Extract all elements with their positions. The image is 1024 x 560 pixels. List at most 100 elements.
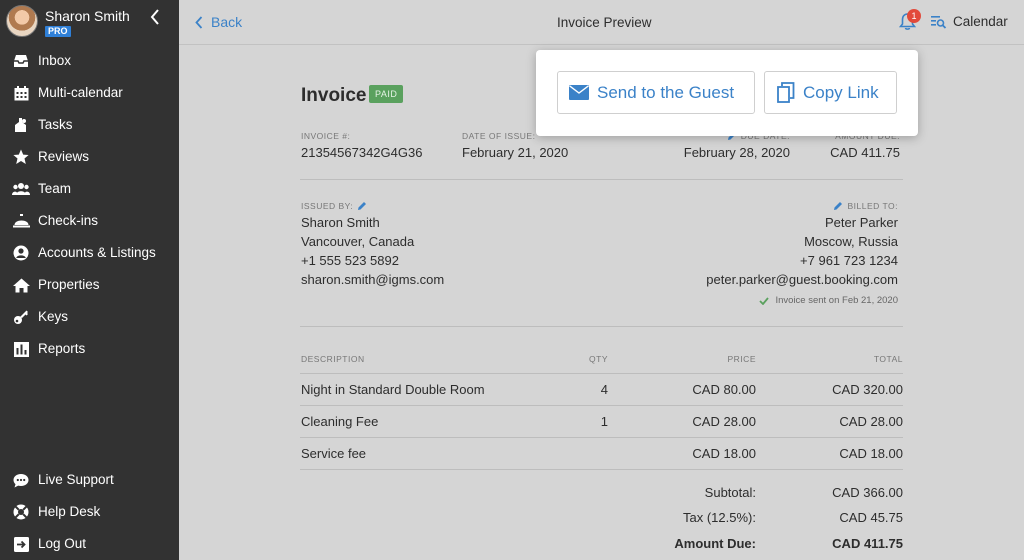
star-icon bbox=[12, 148, 30, 166]
send-to-guest-label: Send to the Guest bbox=[597, 82, 735, 102]
sidebar-item-check-ins[interactable]: Check-ins bbox=[0, 206, 179, 236]
sent-note-text: Invoice sent on Feb 21, 2020 bbox=[775, 295, 898, 306]
share-popup: Send to the Guest Copy Link bbox=[536, 50, 918, 136]
chart-icon bbox=[12, 340, 30, 358]
issuer-name: Sharon Smith bbox=[301, 215, 380, 230]
column-header-price: PRICE bbox=[727, 354, 756, 364]
item-total: CAD 18.00 bbox=[839, 446, 903, 461]
back-label: Back bbox=[211, 14, 243, 30]
logout-icon bbox=[12, 535, 30, 553]
sidebar-item-help-desk[interactable]: Help Desk bbox=[0, 497, 179, 527]
edit-pencil-icon[interactable] bbox=[833, 201, 843, 211]
issued-by-header: ISSUED BY: bbox=[301, 201, 367, 211]
invoice-number-label: INVOICE #: bbox=[301, 131, 351, 141]
column-header-qty: QTY bbox=[589, 354, 608, 364]
sidebar-item-team[interactable]: Team bbox=[0, 174, 179, 204]
amount-due-total-label: Amount Due: bbox=[674, 536, 756, 551]
sidebar-item-label: Help Desk bbox=[38, 504, 101, 519]
sidebar-item-properties[interactable]: Properties bbox=[0, 270, 179, 300]
table-row: Cleaning Fee 1 CAD 28.00 CAD 28.00 bbox=[300, 405, 903, 437]
sidebar-item-label: Keys bbox=[38, 309, 69, 324]
top-bar: Back Invoice Preview 1 Calendar bbox=[179, 0, 1024, 45]
guest-phone: +7 961 723 1234 bbox=[800, 253, 898, 268]
sidebar-item-label: Live Support bbox=[38, 472, 114, 487]
key-icon bbox=[12, 308, 30, 326]
sidebar-item-multi-calendar[interactable]: Multi-calendar bbox=[0, 78, 179, 108]
sidebar-item-label: Multi-calendar bbox=[38, 85, 123, 100]
divider bbox=[300, 179, 903, 180]
table-row: Night in Standard Double Room 4 CAD 80.0… bbox=[300, 373, 903, 405]
divider bbox=[300, 469, 903, 470]
account-icon bbox=[12, 244, 30, 262]
item-total: CAD 320.00 bbox=[832, 382, 903, 397]
amount-due: CAD 411.75 bbox=[830, 145, 900, 160]
issuer-location: Vancouver, Canada bbox=[301, 234, 415, 249]
sidebar-item-keys[interactable]: Keys bbox=[0, 302, 179, 332]
sidebar-item-tasks[interactable]: Tasks bbox=[0, 110, 179, 140]
item-description: Cleaning Fee bbox=[301, 414, 379, 429]
status-badge: PAID bbox=[369, 85, 404, 103]
sidebar-item-label: Accounts & Listings bbox=[38, 245, 156, 260]
lifebuoy-icon bbox=[12, 503, 30, 521]
invoice-sent-note: Invoice sent on Feb 21, 2020 bbox=[759, 295, 898, 306]
copy-link-button[interactable]: Copy Link bbox=[764, 71, 897, 114]
tax-label: Tax (12.5%): bbox=[683, 510, 756, 525]
sidebar-item-accounts-listings[interactable]: Accounts & Listings bbox=[0, 238, 179, 268]
guest-email: peter.parker@guest.booking.com bbox=[706, 272, 898, 287]
page-title: Invoice Preview bbox=[557, 15, 652, 30]
sidebar-item-reports[interactable]: Reports bbox=[0, 334, 179, 364]
sidebar-item-log-out[interactable]: Log Out bbox=[0, 529, 179, 559]
chevron-left-icon bbox=[195, 15, 203, 29]
item-description: Night in Standard Double Room bbox=[301, 382, 485, 397]
sidebar-item-live-support[interactable]: Live Support bbox=[0, 465, 179, 495]
divider bbox=[300, 326, 903, 327]
sidebar-item-label: Properties bbox=[38, 277, 100, 292]
subtotal-value: CAD 366.00 bbox=[832, 485, 903, 500]
item-price: CAD 80.00 bbox=[692, 382, 756, 397]
due-date: February 28, 2020 bbox=[683, 145, 790, 160]
envelope-icon bbox=[569, 85, 589, 100]
tasks-icon bbox=[12, 116, 30, 134]
calendar-label: Calendar bbox=[953, 14, 1008, 29]
sidebar-item-label: Team bbox=[38, 181, 72, 196]
invoice-number: 21354567342G4G36 bbox=[301, 145, 423, 160]
item-total: CAD 28.00 bbox=[839, 414, 903, 429]
copy-icon bbox=[777, 82, 795, 103]
subtotal-label: Subtotal: bbox=[704, 485, 756, 500]
item-qty: 4 bbox=[600, 382, 608, 397]
issue-date: February 21, 2020 bbox=[462, 145, 569, 160]
copy-link-label: Copy Link bbox=[803, 82, 879, 102]
calendar-grid-icon bbox=[12, 84, 30, 102]
avatar[interactable] bbox=[6, 5, 38, 37]
bell-service-icon bbox=[12, 212, 30, 230]
sidebar-item-label: Reviews bbox=[38, 149, 90, 164]
chevron-left-icon bbox=[150, 9, 159, 25]
item-price: CAD 18.00 bbox=[692, 446, 756, 461]
issuer-email: sharon.smith@igms.com bbox=[301, 272, 445, 287]
edit-pencil-icon[interactable] bbox=[357, 201, 367, 211]
tax-value: CAD 45.75 bbox=[839, 510, 903, 525]
sidebar-item-label: Check-ins bbox=[38, 213, 99, 228]
item-price: CAD 28.00 bbox=[692, 414, 756, 429]
billed-to-header: BILLED TO: bbox=[833, 201, 898, 211]
invoice-title: Invoice bbox=[301, 85, 367, 106]
amount-due-total-value: CAD 411.75 bbox=[832, 536, 903, 551]
billed-to-label: BILLED TO: bbox=[847, 201, 898, 211]
guest-name: Peter Parker bbox=[825, 215, 898, 230]
table-row: Service fee CAD 18.00 CAD 18.00 bbox=[300, 437, 903, 469]
send-to-guest-button[interactable]: Send to the Guest bbox=[557, 71, 755, 114]
team-icon bbox=[12, 180, 30, 198]
sidebar-item-inbox[interactable]: Inbox bbox=[0, 46, 179, 76]
collapse-sidebar-button[interactable] bbox=[148, 8, 162, 26]
sidebar-item-label: Log Out bbox=[38, 536, 87, 551]
back-button[interactable]: Back bbox=[195, 14, 242, 30]
guest-location: Moscow, Russia bbox=[804, 234, 898, 249]
sidebar-item-label: Tasks bbox=[38, 117, 73, 132]
column-header-total: TOTAL bbox=[873, 354, 903, 364]
calendar-button[interactable]: Calendar bbox=[931, 14, 1008, 29]
sidebar-item-reviews[interactable]: Reviews bbox=[0, 142, 179, 172]
checkmark-icon bbox=[759, 296, 770, 305]
issuer-phone: +1 555 523 5892 bbox=[301, 253, 399, 268]
chat-icon bbox=[12, 471, 30, 489]
home-icon bbox=[12, 276, 30, 294]
